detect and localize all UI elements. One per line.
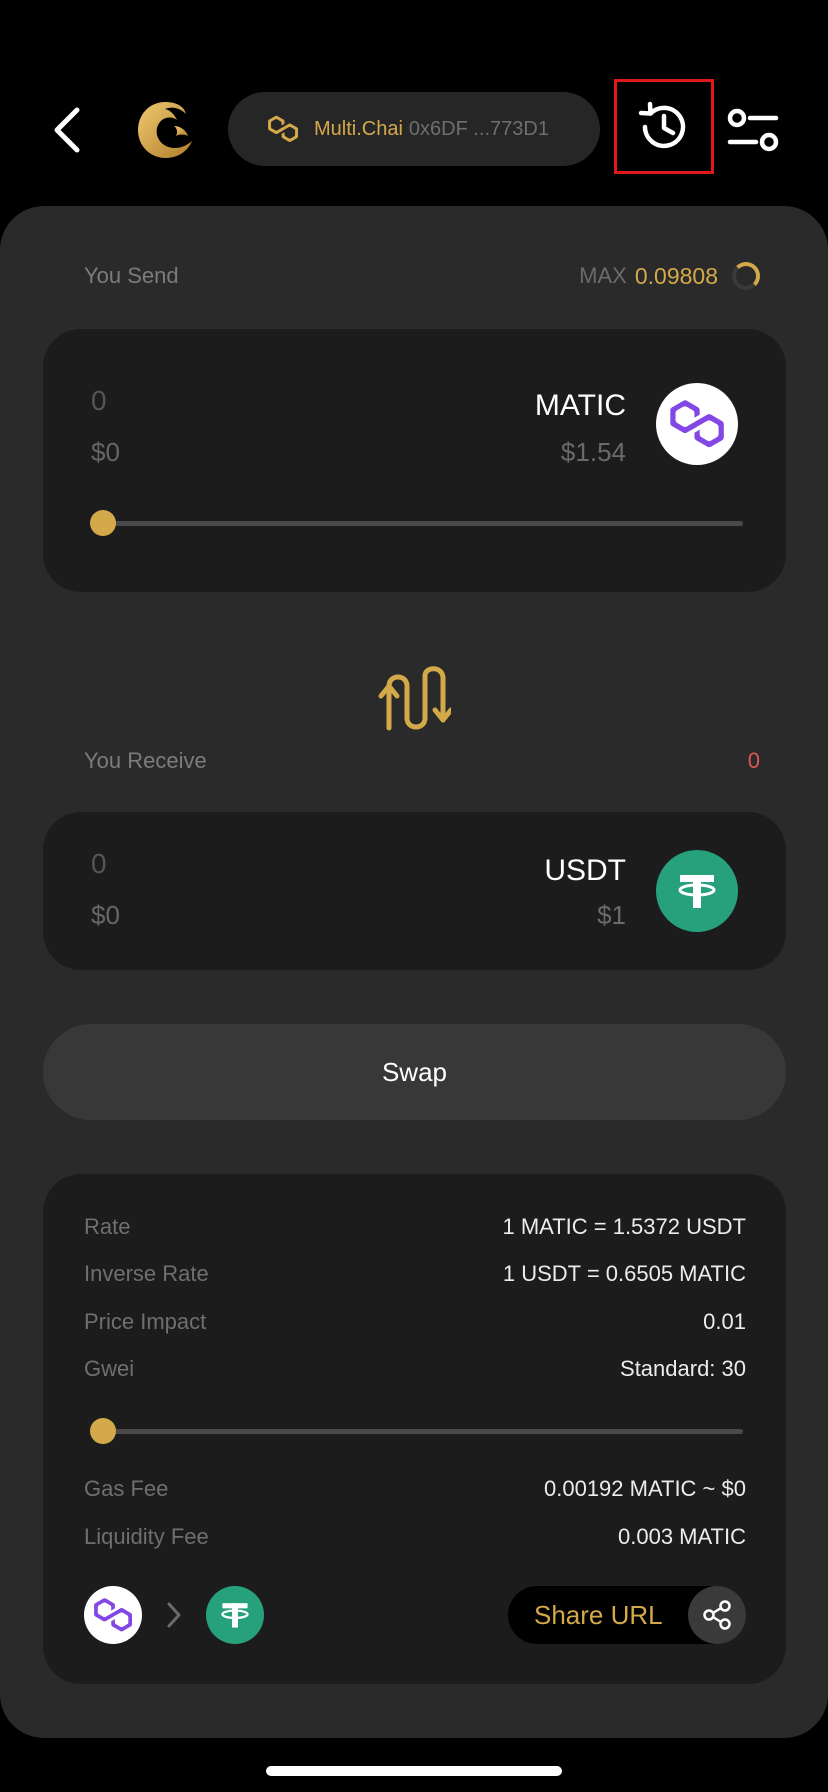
header: Multi.Chai 0x6DF ...773D1 <box>0 0 828 200</box>
rate-label: Rate <box>84 1214 131 1239</box>
matic-token-icon[interactable] <box>656 383 738 465</box>
matic-route-icon <box>84 1586 142 1644</box>
swap-arrows-icon <box>378 666 451 731</box>
chain-selector[interactable]: Multi.Chai 0x6DF ...773D1 <box>228 92 600 166</box>
share-url-label: Share URL <box>534 1599 663 1630</box>
swap-panel: You Send MAX 0.09808 0 $0 MATIC $1.54 Yo… <box>0 206 828 1738</box>
price-impact-label: Price Impact <box>84 1309 207 1334</box>
swap-details-card: Rate 1 MATIC = 1.5372 USDT Inverse Rate … <box>43 1174 786 1684</box>
max-balance[interactable]: MAX 0.09808 <box>579 262 760 290</box>
history-icon <box>638 101 686 148</box>
inverse-rate-value: 1 USDT = 0.6505 MATIC <box>502 1261 746 1286</box>
send-token-name[interactable]: MATIC <box>535 389 626 423</box>
max-value: 0.09808 <box>634 262 718 289</box>
max-label: MAX <box>579 263 627 288</box>
loading-spinner-icon <box>732 262 760 290</box>
gwei-value: Standard: 30 <box>620 1356 746 1381</box>
receive-label-row: You Receive 0 <box>84 748 760 774</box>
send-slider-thumb[interactable] <box>90 510 116 536</box>
liquidity-fee-row: Liquidity Fee 0.003 MATIC <box>84 1524 746 1550</box>
chevron-left-icon <box>54 107 80 153</box>
chevron-right-icon <box>167 1602 181 1628</box>
liquidity-fee-label: Liquidity Fee <box>84 1524 209 1549</box>
send-amount-slider[interactable] <box>90 510 743 536</box>
gas-fee-value: 0.00192 MATIC ~ $0 <box>544 1476 746 1501</box>
gwei-row: Gwei Standard: 30 <box>84 1356 746 1382</box>
receive-token-card: 0 $0 USDT $1 <box>43 812 786 970</box>
dragon-logo-icon <box>130 96 200 166</box>
usdt-route-icon <box>206 1586 264 1644</box>
inverse-rate-label: Inverse Rate <box>84 1261 209 1286</box>
gwei-slider-thumb[interactable] <box>90 1418 116 1444</box>
rate-row: Rate 1 MATIC = 1.5372 USDT <box>84 1214 746 1240</box>
receive-token-price: $1 <box>597 900 626 930</box>
rate-value: 1 MATIC = 1.5372 USDT <box>502 1214 746 1239</box>
back-button[interactable] <box>44 100 88 160</box>
send-label-row: You Send MAX 0.09808 <box>84 262 760 290</box>
you-send-label: You Send <box>84 263 179 288</box>
gas-fee-label: Gas Fee <box>84 1476 169 1501</box>
gwei-label: Gwei <box>84 1356 135 1381</box>
settings-button[interactable] <box>722 100 784 160</box>
send-usd-value: $0 <box>91 437 120 467</box>
send-token-price: $1.54 <box>560 437 626 467</box>
swap-direction-button[interactable] <box>374 662 454 742</box>
inverse-rate-row: Inverse Rate 1 USDT = 0.6505 MATIC <box>84 1261 746 1287</box>
share-icon[interactable] <box>688 1586 746 1644</box>
gwei-slider[interactable] <box>90 1418 743 1444</box>
swap-route <box>84 1586 264 1644</box>
polygon-icon <box>268 115 298 142</box>
you-receive-label: You Receive <box>84 748 207 773</box>
wallet-address: 0x6DF ...773D1 <box>408 117 549 140</box>
usdt-token-icon[interactable] <box>656 850 738 932</box>
sliders-icon <box>727 108 779 152</box>
price-impact-row: Price Impact 0.01 <box>84 1309 746 1335</box>
liquidity-fee-value: 0.003 MATIC <box>618 1524 746 1549</box>
price-impact-value: 0.01 <box>703 1309 746 1334</box>
history-button[interactable] <box>614 79 714 174</box>
receive-amount: 0 <box>91 848 107 879</box>
swap-button[interactable]: Swap <box>43 1024 786 1120</box>
receive-usd-value: $0 <box>91 900 120 930</box>
gas-fee-row: Gas Fee 0.00192 MATIC ~ $0 <box>84 1476 746 1502</box>
share-url-button[interactable]: Share URL <box>508 1586 746 1644</box>
send-token-card: 0 $0 MATIC $1.54 <box>43 329 786 592</box>
home-indicator <box>266 1766 562 1776</box>
receive-token-name[interactable]: USDT <box>544 854 626 888</box>
receive-value: 0 <box>747 748 760 773</box>
send-amount-input[interactable]: 0 <box>91 385 107 417</box>
chain-name: Multi.Chai <box>314 117 403 140</box>
